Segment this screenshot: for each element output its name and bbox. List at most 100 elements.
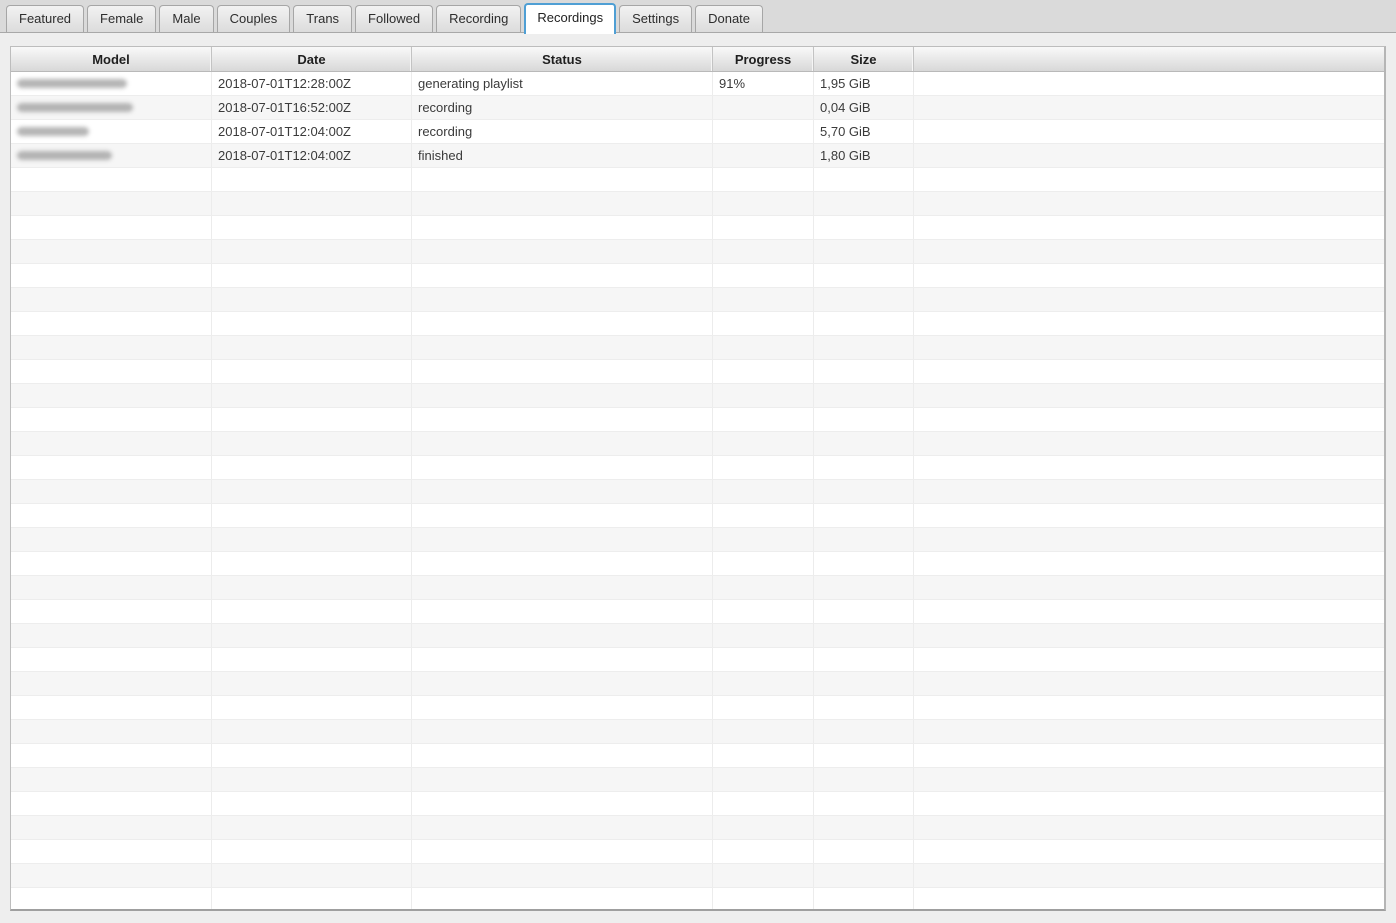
date-cell bbox=[212, 480, 412, 503]
filler-cell bbox=[914, 720, 1384, 743]
date-cell bbox=[212, 240, 412, 263]
model-cell bbox=[11, 240, 212, 263]
size-cell bbox=[814, 192, 914, 215]
column-header-size[interactable]: Size bbox=[814, 47, 914, 71]
status-cell bbox=[412, 432, 713, 455]
tab-recording[interactable]: Recording bbox=[436, 5, 522, 32]
tab-male[interactable]: Male bbox=[159, 5, 214, 32]
table-row[interactable]: 2018-07-01T12:04:00Z finished 1,80 GiB bbox=[11, 144, 1384, 168]
status-cell bbox=[412, 384, 713, 407]
filler-cell bbox=[914, 528, 1384, 551]
status-cell bbox=[412, 624, 713, 647]
table-row-empty bbox=[11, 288, 1384, 312]
date-cell bbox=[212, 384, 412, 407]
size-cell: 1,95 GiB bbox=[814, 72, 914, 95]
table-row[interactable]: 2018-07-01T12:28:00Z generating playlist 9… bbox=[11, 72, 1384, 96]
table-row-empty bbox=[11, 240, 1384, 264]
model-cell bbox=[11, 72, 212, 95]
filler-cell bbox=[914, 768, 1384, 791]
date-cell bbox=[212, 168, 412, 191]
size-cell bbox=[814, 312, 914, 335]
date-cell bbox=[212, 288, 412, 311]
progress-cell bbox=[713, 504, 814, 527]
tab-couples[interactable]: Couples bbox=[216, 5, 291, 32]
tab-trans[interactable]: Trans bbox=[293, 5, 353, 32]
model-cell bbox=[11, 312, 212, 335]
table-row-empty bbox=[11, 408, 1384, 432]
column-header-date[interactable]: Date bbox=[212, 47, 412, 71]
table-row-empty bbox=[11, 432, 1384, 456]
size-cell bbox=[814, 624, 914, 647]
column-header-status[interactable]: Status bbox=[412, 47, 713, 71]
tab-female[interactable]: Female bbox=[87, 5, 157, 32]
model-cell bbox=[11, 216, 212, 239]
progress-cell bbox=[713, 624, 814, 647]
date-cell bbox=[212, 792, 412, 815]
tab-settings[interactable]: Settings bbox=[619, 5, 693, 32]
progress-cell bbox=[713, 216, 814, 239]
table-row-empty bbox=[11, 768, 1384, 792]
table-row-empty bbox=[11, 864, 1384, 888]
column-header-filler bbox=[914, 47, 1384, 71]
progress-cell bbox=[713, 552, 814, 575]
date-cell bbox=[212, 504, 412, 527]
column-header-model[interactable]: Model bbox=[11, 47, 212, 71]
table-row-empty bbox=[11, 648, 1384, 672]
model-cell bbox=[11, 456, 212, 479]
tab-donate[interactable]: Donate bbox=[695, 5, 764, 32]
filler-cell bbox=[914, 504, 1384, 527]
table-row-empty bbox=[11, 360, 1384, 384]
size-cell bbox=[814, 888, 914, 909]
table-row[interactable]: 2018-07-01T12:04:00Z recording 5,70 GiB bbox=[11, 120, 1384, 144]
status-cell: recording bbox=[412, 96, 713, 119]
table-row-empty bbox=[11, 312, 1384, 336]
status-cell bbox=[412, 168, 713, 191]
table-row-empty bbox=[11, 888, 1384, 909]
tab-followed[interactable]: Followed bbox=[355, 5, 434, 32]
size-cell bbox=[814, 480, 914, 503]
status-cell bbox=[412, 552, 713, 575]
tab-recordings[interactable]: Recordings bbox=[524, 3, 617, 34]
size-cell bbox=[814, 216, 914, 239]
table-row-empty bbox=[11, 672, 1384, 696]
size-cell bbox=[814, 528, 914, 551]
model-cell bbox=[11, 576, 212, 599]
table-row-empty bbox=[11, 552, 1384, 576]
filler-cell bbox=[914, 672, 1384, 695]
filler-cell bbox=[914, 384, 1384, 407]
size-cell bbox=[814, 432, 914, 455]
filler-cell bbox=[914, 408, 1384, 431]
size-cell bbox=[814, 768, 914, 791]
column-header-progress[interactable]: Progress bbox=[713, 47, 814, 71]
status-cell bbox=[412, 312, 713, 335]
size-cell bbox=[814, 264, 914, 287]
tab-featured[interactable]: Featured bbox=[6, 5, 85, 32]
table-row-empty bbox=[11, 192, 1384, 216]
size-cell bbox=[814, 360, 914, 383]
progress-cell bbox=[713, 360, 814, 383]
table-row[interactable]: 2018-07-01T16:52:00Z recording 0,04 GiB bbox=[11, 96, 1384, 120]
date-cell bbox=[212, 768, 412, 791]
table-row-empty bbox=[11, 744, 1384, 768]
progress-cell bbox=[713, 864, 814, 887]
table-row-empty bbox=[11, 696, 1384, 720]
status-cell bbox=[412, 672, 713, 695]
filler-cell bbox=[914, 360, 1384, 383]
filler-cell bbox=[914, 288, 1384, 311]
date-cell bbox=[212, 672, 412, 695]
status-cell bbox=[412, 216, 713, 239]
status-cell bbox=[412, 600, 713, 623]
model-cell bbox=[11, 432, 212, 455]
progress-cell bbox=[713, 408, 814, 431]
date-cell bbox=[212, 456, 412, 479]
status-cell bbox=[412, 360, 713, 383]
model-cell bbox=[11, 120, 212, 143]
status-cell bbox=[412, 888, 713, 909]
progress-cell bbox=[713, 816, 814, 839]
date-cell bbox=[212, 648, 412, 671]
model-cell bbox=[11, 792, 212, 815]
model-cell bbox=[11, 696, 212, 719]
progress-cell bbox=[713, 432, 814, 455]
filler-cell bbox=[914, 552, 1384, 575]
date-cell bbox=[212, 888, 412, 909]
